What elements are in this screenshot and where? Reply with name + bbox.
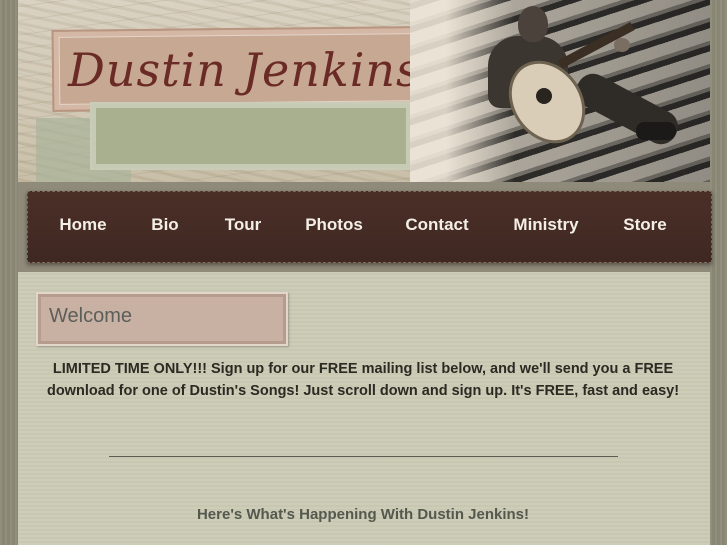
promo-text: LIMITED TIME ONLY!!! Sign up for our FRE…: [46, 361, 680, 399]
artist-photo-head: [518, 6, 548, 42]
divider: [109, 456, 618, 457]
nav-item-ministry[interactable]: Ministry: [504, 191, 588, 261]
nav-item-tour[interactable]: Tour: [214, 191, 272, 261]
subtitle-card: [90, 102, 412, 170]
guitar-soundhole: [536, 88, 552, 104]
nav-item-store[interactable]: Store: [616, 191, 674, 261]
site-title[interactable]: Dustin Jenkins: [68, 30, 420, 110]
nav-item-home[interactable]: Home: [52, 191, 114, 261]
happening-heading: Here's What's Happening With Dustin Jenk…: [196, 506, 530, 523]
artist-photo-hand: [614, 38, 630, 52]
nav-item-contact[interactable]: Contact: [396, 191, 478, 261]
nav-item-bio[interactable]: Bio: [140, 191, 190, 261]
nav-item-photos[interactable]: Photos: [298, 191, 370, 261]
section-title: Welcome: [49, 305, 132, 327]
artist-photo-foot: [636, 122, 676, 140]
